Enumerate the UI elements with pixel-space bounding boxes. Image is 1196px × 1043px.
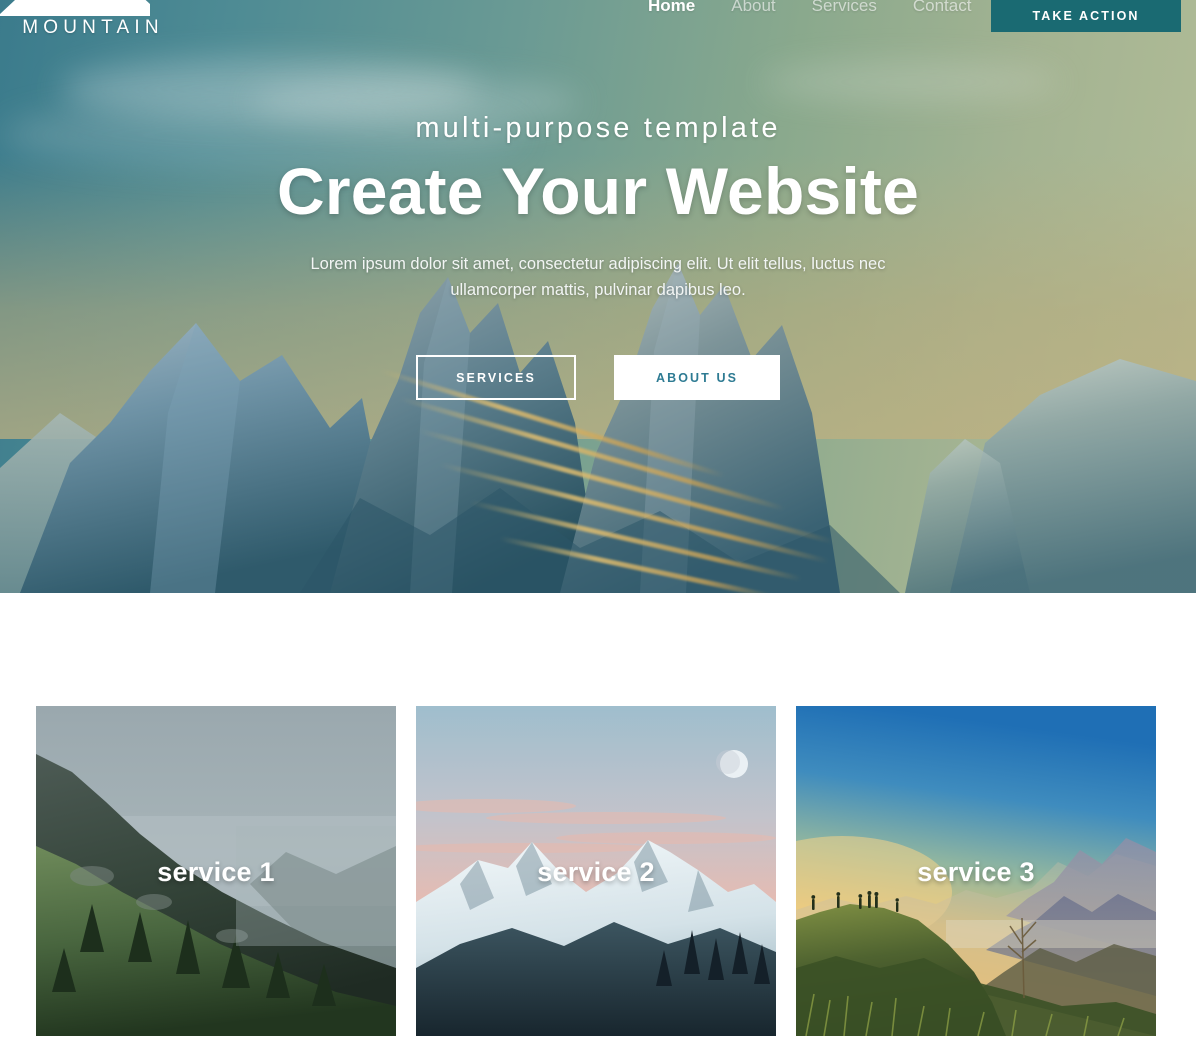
service-card[interactable]: service 2 <box>416 706 776 1036</box>
hero-section: multi-purpose template Create Your Websi… <box>0 0 1196 593</box>
about-us-button[interactable]: ABOUT US <box>614 355 780 401</box>
nav-item-home[interactable]: Home <box>630 0 713 16</box>
nav-links: Home About Services Contact <box>630 0 989 16</box>
services-button[interactable]: SERVICES <box>416 355 576 401</box>
mountain-peaks-icon <box>0 0 150 16</box>
hero-eyebrow: multi-purpose template <box>415 112 781 144</box>
service-card-grid: service 1 service 2 service 3 <box>36 706 1156 1036</box>
nav-item-services[interactable]: Services <box>794 0 895 16</box>
services-section: service 1 service 2 service 3 <box>0 593 1196 1043</box>
page-title: Create Your Website <box>276 154 919 228</box>
service-card-title: service 1 <box>157 857 275 887</box>
service-card[interactable]: service 3 <box>796 706 1156 1036</box>
nav-item-contact[interactable]: Contact <box>895 0 990 16</box>
take-action-button[interactable]: TAKE ACTION <box>991 0 1181 32</box>
hero-cta-row: SERVICES ABOUT US <box>0 355 1196 401</box>
top-navigation-bar: MOUNTAIN Home About Services Contact TAK… <box>0 0 1196 38</box>
service-card[interactable]: service 1 <box>36 706 396 1036</box>
hero-content: multi-purpose template Create Your Websi… <box>0 0 1196 401</box>
brand-logo[interactable]: MOUNTAIN <box>0 0 186 39</box>
service-card-title: service 3 <box>917 857 1035 887</box>
landing-page: multi-purpose template Create Your Websi… <box>0 0 1196 1043</box>
brand-name: MOUNTAIN <box>22 17 164 38</box>
nav-item-about[interactable]: About <box>713 0 793 16</box>
hero-subcopy: Lorem ipsum dolor sit amet, consectetur … <box>310 255 886 299</box>
service-card-title: service 2 <box>537 857 655 887</box>
